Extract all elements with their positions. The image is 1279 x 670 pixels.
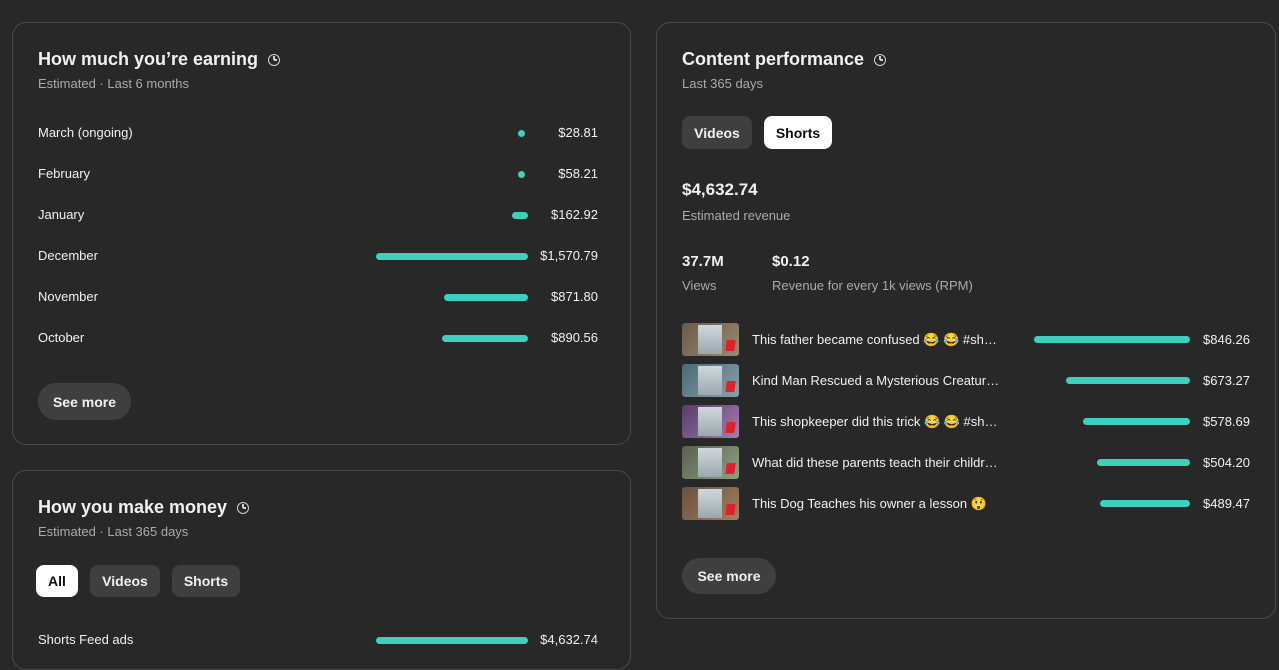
video-revenue-bar	[1099, 500, 1190, 507]
thumbnail-image	[698, 407, 722, 436]
video-title[interactable]: What did these parents teach their child…	[752, 455, 998, 470]
video-thumbnail[interactable]	[682, 446, 739, 479]
clock-icon[interactable]	[237, 501, 250, 514]
make-money-row: Shorts Feed ads $4,632.74	[13, 630, 630, 650]
video-thumbnail[interactable]	[682, 487, 739, 520]
make-money-subtitle: Estimated · Last 365 days	[38, 524, 189, 539]
shorts-icon	[725, 422, 736, 433]
earning-row-value: $28.81	[558, 125, 598, 140]
video-revenue-bar	[1097, 459, 1190, 466]
tab-shorts[interactable]: Shorts	[764, 116, 832, 149]
content-subtitle: Last 365 days	[682, 76, 763, 91]
earning-row-bar	[518, 171, 525, 178]
earning-card: How much you’re earning Estimated · Last…	[12, 22, 631, 445]
earning-title-text: How much you’re earning	[38, 49, 259, 69]
shorts-icon	[725, 463, 736, 474]
earning-row-label: March (ongoing)	[38, 125, 133, 140]
earning-row-value: $871.80	[551, 289, 598, 304]
video-revenue-bar	[1034, 336, 1190, 343]
video-title[interactable]: This Dog Teaches his owner a lesson 😲	[752, 496, 987, 512]
clock-icon[interactable]	[268, 53, 281, 66]
revenue-value: $4,632.74	[682, 180, 758, 199]
tab-videos[interactable]: Videos	[682, 116, 752, 149]
thumbnail-image	[698, 366, 722, 395]
filter-shorts-chip[interactable]: Shorts	[172, 565, 240, 597]
shorts-icon	[725, 381, 736, 392]
earning-row-bar	[376, 253, 528, 260]
video-revenue-value: $673.27	[1203, 373, 1250, 388]
earning-row: March (ongoing) $28.81	[13, 123, 630, 143]
content-see-more-button[interactable]: See more	[682, 558, 776, 594]
video-thumbnail[interactable]	[682, 405, 739, 438]
earning-row: February $58.21	[13, 164, 630, 184]
video-title[interactable]: Kind Man Rescued a Mysterious Creatur…	[752, 373, 999, 388]
video-revenue-value: $846.26	[1203, 332, 1250, 347]
earning-row-label: December	[38, 248, 98, 263]
content-title-text: Content performance	[682, 49, 865, 69]
earning-row-bar	[443, 294, 528, 301]
clock-icon[interactable]	[874, 53, 887, 66]
thumbnail-image	[698, 325, 722, 354]
rpm-value: $0.12	[772, 253, 810, 270]
video-revenue-bar	[1083, 418, 1190, 425]
earning-row-label: February	[38, 166, 91, 181]
video-revenue-value: $578.69	[1203, 414, 1250, 429]
earning-see-more-button[interactable]: See more	[38, 383, 131, 420]
video-title[interactable]: This father became confused 😂 😂 #sh…	[752, 332, 997, 348]
earning-row: December $1,570.79	[13, 246, 630, 266]
content-performance-card: Content performance Last 365 days Videos…	[656, 22, 1276, 619]
views-value: 37.7M	[682, 253, 724, 270]
video-revenue-bar	[1065, 377, 1190, 384]
make-money-row-label: Shorts Feed ads	[38, 632, 134, 647]
make-money-title-text: How you make money	[38, 497, 228, 517]
earning-row-label: January	[38, 207, 85, 222]
make-money-title: How you make money	[38, 497, 250, 518]
video-revenue-value: $504.20	[1203, 455, 1250, 470]
earning-row-value: $1,570.79	[540, 248, 598, 263]
video-thumbnail[interactable]	[682, 323, 739, 356]
filter-videos-chip[interactable]: Videos	[90, 565, 160, 597]
earning-row-value: $890.56	[551, 330, 598, 345]
earning-subtitle: Estimated · Last 6 months	[38, 76, 190, 91]
earning-row: November $871.80	[13, 287, 630, 307]
filter-all-chip[interactable]: All	[36, 565, 78, 597]
earning-row: January $162.92	[13, 205, 630, 225]
content-title: Content performance	[682, 49, 887, 70]
earning-row-value: $58.21	[558, 166, 598, 181]
shorts-icon	[725, 504, 736, 515]
thumbnail-image	[698, 448, 722, 477]
views-label: Views	[682, 278, 717, 293]
earning-row: October $890.56	[13, 328, 630, 348]
earning-row-bar	[441, 335, 528, 342]
video-title[interactable]: This shopkeeper did this trick 😂 😂 #sh…	[752, 414, 998, 430]
revenue-label: Estimated revenue	[682, 208, 791, 223]
earning-row-bar	[518, 130, 525, 137]
make-money-row-value: $4,632.74	[540, 632, 598, 647]
earning-row-label: October	[38, 330, 85, 345]
earning-row-label: November	[38, 289, 98, 304]
rpm-label: Revenue for every 1k views (RPM)	[772, 278, 973, 293]
video-revenue-value: $489.47	[1203, 496, 1250, 511]
earning-title: How much you’re earning	[38, 49, 281, 70]
earning-row-bar	[512, 212, 528, 219]
shorts-icon	[725, 340, 736, 351]
video-thumbnail[interactable]	[682, 364, 739, 397]
make-money-card: How you make money Estimated · Last 365 …	[12, 470, 631, 670]
earning-row-value: $162.92	[551, 207, 598, 222]
thumbnail-image	[698, 489, 722, 518]
